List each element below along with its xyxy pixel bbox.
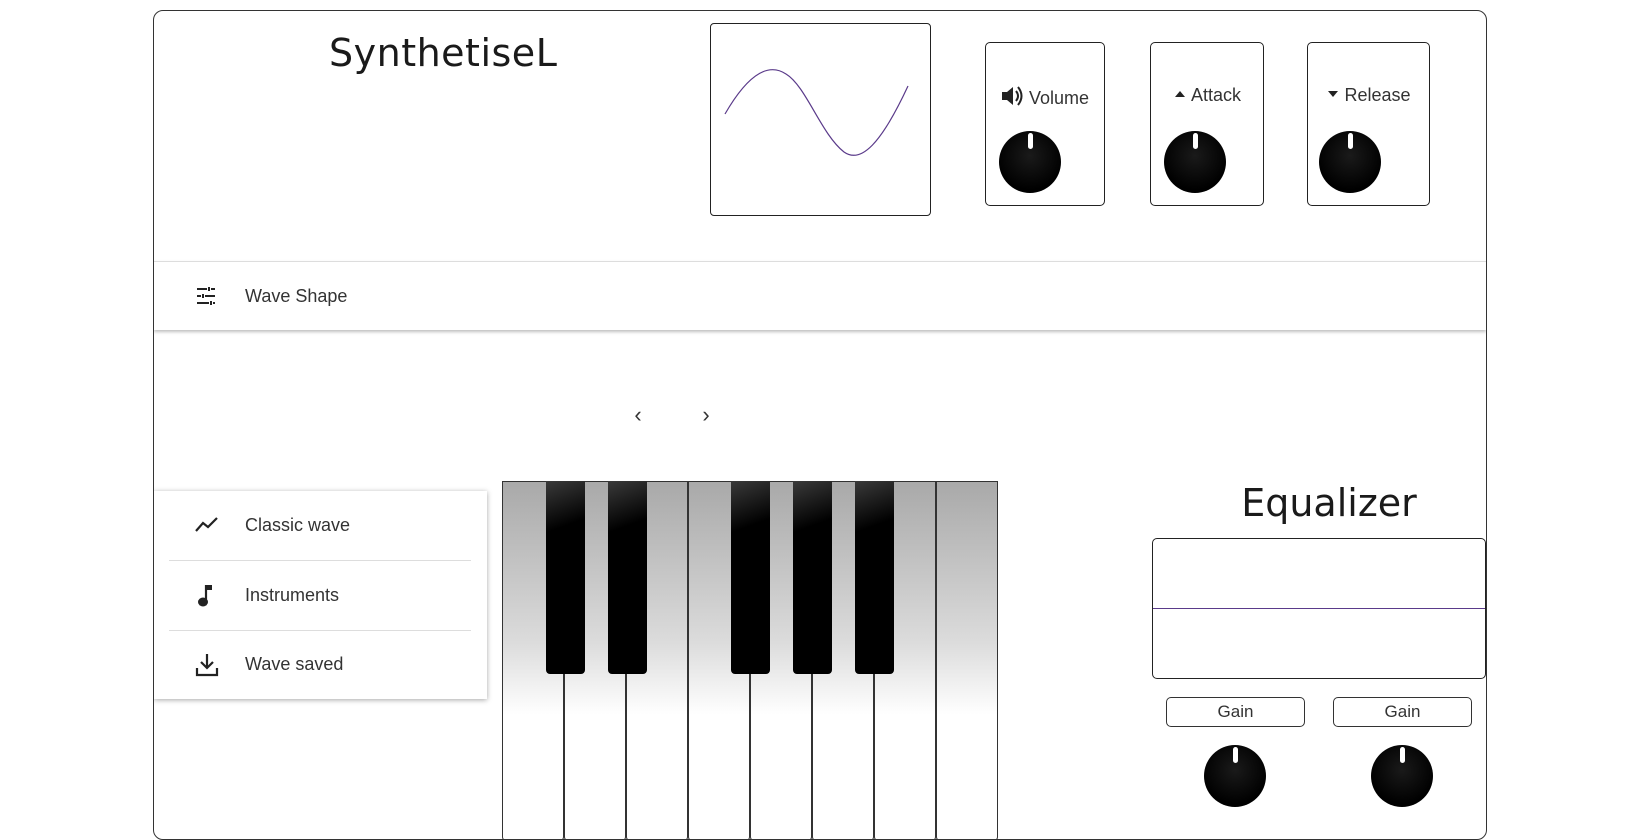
caret-down-icon [1326,85,1340,106]
menu-item-wave-saved[interactable]: Wave saved [169,630,471,699]
wave-shape-label: Wave Shape [245,286,348,306]
black-key[interactable] [731,481,770,674]
tune-icon [194,284,218,313]
release-label: Release [1344,85,1411,105]
sine-wave-path [724,69,909,156]
black-key[interactable] [546,481,585,674]
equalizer-curve [1153,608,1485,609]
app-title: SynthetiseL [329,31,558,75]
menu-item-label: Instruments [245,585,340,605]
menu-item-label: Wave saved [245,654,344,674]
volume-knob[interactable] [999,131,1061,193]
app-frame: SynthetiseL Volume Attack Release Wave S… [153,10,1487,840]
menu-item-instruments[interactable]: Instruments [169,561,471,630]
wave-shape-toolbar[interactable]: Wave Shape [154,261,1486,330]
attack-control: Attack [1150,42,1264,206]
speaker-icon [1001,85,1025,112]
next-arrow-icon[interactable]: › [694,403,718,427]
attack-knob[interactable] [1164,131,1226,193]
gain-button-2[interactable]: Gain [1333,697,1472,727]
trending-line-icon [194,513,220,542]
attack-label: Attack [1190,85,1242,105]
equalizer-title: Equalizer [1241,481,1417,525]
caret-up-icon [1173,85,1187,106]
volume-control: Volume [985,42,1105,206]
black-key[interactable] [608,481,647,674]
menu-item-classic-wave[interactable]: Classic wave [169,491,471,560]
release-control: Release [1307,42,1430,206]
piano-keyboard [502,481,1002,839]
equalizer-display [1152,538,1486,679]
white-key[interactable] [936,481,998,839]
wave-preview [710,23,931,216]
download-icon [194,652,220,683]
gain-button-1[interactable]: Gain [1166,697,1305,727]
previous-arrow-icon[interactable]: ‹ [626,403,650,427]
black-key[interactable] [793,481,832,674]
menu-item-label: Classic wave [245,515,351,535]
volume-label: Volume [1028,88,1090,108]
release-knob[interactable] [1319,131,1381,193]
gain-knob-1[interactable] [1204,745,1266,807]
wave-preview-graph [724,69,909,156]
gain-knob-2[interactable] [1371,745,1433,807]
black-key[interactable] [855,481,894,674]
wave-source-menu: Classic wave Instruments Wave saved [154,491,487,699]
music-note-icon [194,583,218,614]
